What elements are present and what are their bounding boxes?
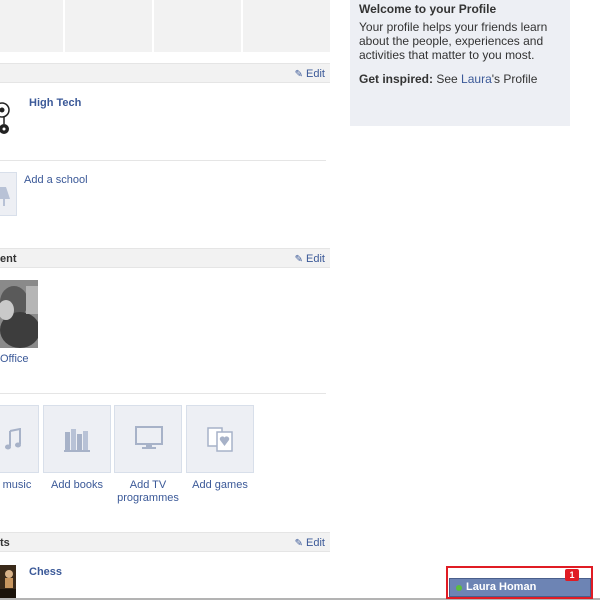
school-icon [0, 172, 17, 216]
welcome-title: Welcome to your Profile [359, 2, 497, 16]
add-music-tile[interactable] [0, 405, 39, 473]
highlight-outline [446, 566, 593, 599]
divider [0, 160, 326, 161]
section-header-label: ts [0, 537, 10, 549]
divider [0, 393, 326, 394]
entertainment-section-header: ent ✎ Edit [0, 248, 330, 268]
top-tile-1 [0, 0, 64, 52]
add-tv-label-line2: programmes [117, 492, 179, 504]
books-icon [64, 429, 90, 452]
chess-link[interactable]: Chess [29, 566, 62, 578]
add-tv-label-line1: Add TV [129, 479, 167, 491]
section-header-label: ent [0, 253, 17, 265]
inspire-label: Get inspired: [359, 72, 434, 86]
tv-show-link[interactable]: Office [0, 353, 29, 365]
work-edit-link[interactable]: ✎ Edit [295, 64, 325, 85]
welcome-body: Your profile helps your friends learn ab… [359, 20, 548, 62]
entertainment-edit-link[interactable]: ✎ Edit [295, 249, 325, 270]
employer-logo-icon [0, 102, 10, 134]
inspire-profile-link[interactable]: Laura [461, 72, 492, 86]
chess-photo[interactable] [0, 565, 16, 598]
top-tile-2 [65, 0, 153, 52]
pencil-icon: ✎ [294, 69, 304, 80]
pencil-icon: ✎ [294, 254, 304, 265]
cards-icon [207, 427, 233, 452]
inspire-see: See [433, 72, 462, 86]
work-section-header: ✎ Edit [0, 63, 330, 83]
inspire-suffix: 's Profile [491, 72, 538, 86]
pencil-icon: ✎ [294, 538, 304, 549]
top-tile-4 [243, 0, 331, 52]
employer-logo[interactable] [0, 98, 14, 138]
top-tile-3 [154, 0, 242, 52]
employer-link[interactable]: High Tech [29, 97, 81, 109]
get-inspired: Get inspired: See Laura's Profile [359, 72, 561, 86]
add-tv-label[interactable]: Add TV programmes [113, 479, 183, 505]
welcome-box: Welcome to your Profile Your profile hel… [350, 0, 570, 126]
tv-icon [135, 426, 163, 449]
add-games-label[interactable]: Add games [185, 479, 255, 492]
add-books-tile[interactable] [43, 405, 111, 473]
tv-show-photo[interactable] [0, 280, 38, 348]
add-school-link[interactable]: Add a school [24, 174, 88, 186]
add-books-label[interactable]: Add books [42, 479, 112, 492]
activities-section-header: ts ✎ Edit [0, 532, 330, 552]
add-games-tile[interactable] [186, 405, 254, 473]
music-note-icon [5, 428, 21, 450]
activities-edit-link[interactable]: ✎ Edit [295, 533, 325, 554]
add-tv-tile[interactable] [114, 405, 182, 473]
